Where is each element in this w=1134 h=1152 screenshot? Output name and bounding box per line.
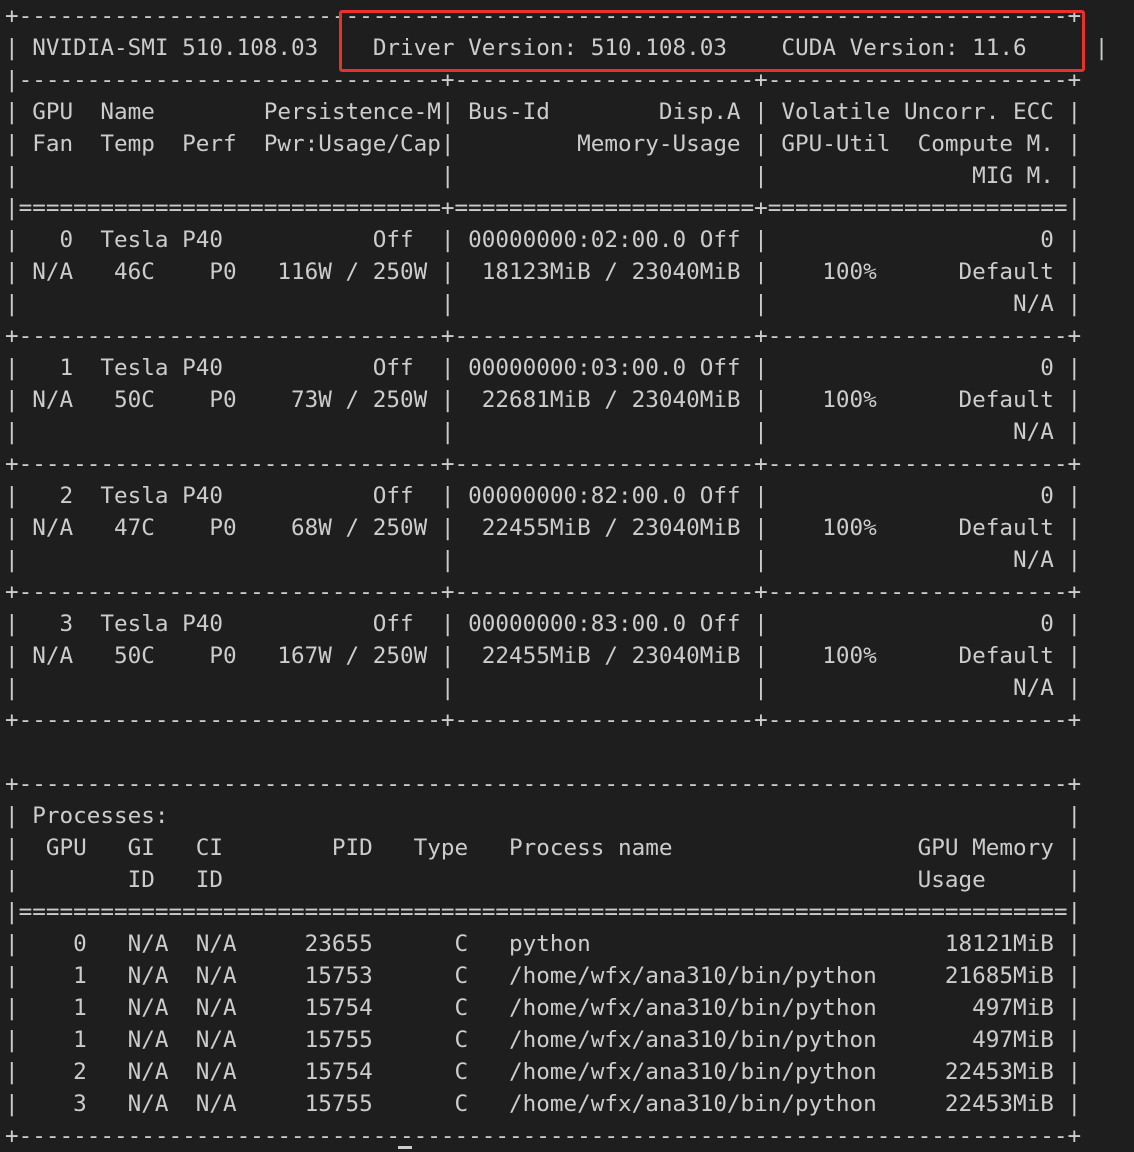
gpu-row-line: | N/A 47C P0 68W / 250W | 22455MiB / 230…	[5, 515, 1082, 541]
gpu-table-header-line: | GPU Name Persistence-M| Bus-Id Disp.A …	[5, 99, 1082, 125]
gpu-table-header-line: | Fan Temp Perf Pwr:Usage/Cap| Memory-Us…	[5, 131, 1082, 157]
table-border: +-------------------------------+-------…	[5, 451, 1082, 477]
gpu-row-line: | 0 Tesla P40 Off | 00000000:02:00.0 Off…	[5, 227, 1082, 253]
cuda-version: CUDA Version: 11.6	[781, 35, 1027, 61]
table-border-top: +---------------------------------------…	[5, 3, 1082, 29]
terminal-cursor	[398, 1146, 412, 1149]
table-border: +-------------------------------+-------…	[5, 323, 1082, 349]
gpu-table-header-line: | | | MIG M. |	[5, 163, 1082, 189]
gpu-row-line: | N/A 46C P0 116W / 250W | 18123MiB / 23…	[5, 259, 1082, 285]
table-border: +-------------------------------+-------…	[5, 707, 1082, 733]
gpu-row-line: | N/A 50C P0 167W / 250W | 22455MiB / 23…	[5, 643, 1082, 669]
table-border: |-------------------------------+-------…	[5, 67, 1082, 93]
driver-version: Driver Version: 510.108.03	[372, 35, 727, 61]
process-row: | 0 N/A N/A 23655 C python 18121MiB |	[5, 931, 1082, 957]
gpu-row-line: | | | N/A |	[5, 675, 1082, 701]
gpu-row-line: | 2 Tesla P40 Off | 00000000:82:00.0 Off…	[5, 483, 1082, 509]
gpu-row-line: | | | N/A |	[5, 419, 1082, 445]
gpu-row-line: | 3 Tesla P40 Off | 00000000:83:00.0 Off…	[5, 611, 1082, 637]
table-border-bottom: +---------------------------------------…	[5, 1123, 1082, 1149]
processes-header-line: | GPU GI CI PID Type Process name GPU Me…	[5, 835, 1082, 861]
terminal-output: +---------------------------------------…	[5, 0, 1108, 1152]
gpu-row-line: | N/A 50C P0 73W / 250W | 22681MiB / 230…	[5, 387, 1082, 413]
process-row: | 1 N/A N/A 15753 C /home/wfx/ana310/bin…	[5, 963, 1082, 989]
smi-version: NVIDIA-SMI 510.108.03	[32, 35, 319, 61]
gpu-row-line: | | | N/A |	[5, 291, 1082, 317]
process-row: | 3 N/A N/A 15755 C /home/wfx/ana310/bin…	[5, 1091, 1082, 1117]
process-row: | 1 N/A N/A 15755 C /home/wfx/ana310/bin…	[5, 1027, 1082, 1053]
processes-header-line: | Processes: |	[5, 803, 1082, 829]
process-row: | 1 N/A N/A 15754 C /home/wfx/ana310/bin…	[5, 995, 1082, 1021]
table-border: +-------------------------------+-------…	[5, 579, 1082, 605]
smi-header-line: | NVIDIA-SMI 510.108.03 Driver Version: …	[5, 35, 1109, 61]
gpu-row-line: | | | N/A |	[5, 547, 1082, 573]
header-separator: |===============================+=======…	[5, 195, 1082, 221]
processes-header-line: | ID ID Usage |	[5, 867, 1082, 893]
process-row: | 2 N/A N/A 15754 C /home/wfx/ana310/bin…	[5, 1059, 1082, 1085]
table-border-top: +---------------------------------------…	[5, 771, 1082, 797]
gpu-row-line: | 1 Tesla P40 Off | 00000000:03:00.0 Off…	[5, 355, 1082, 381]
header-separator: |=======================================…	[5, 899, 1082, 925]
